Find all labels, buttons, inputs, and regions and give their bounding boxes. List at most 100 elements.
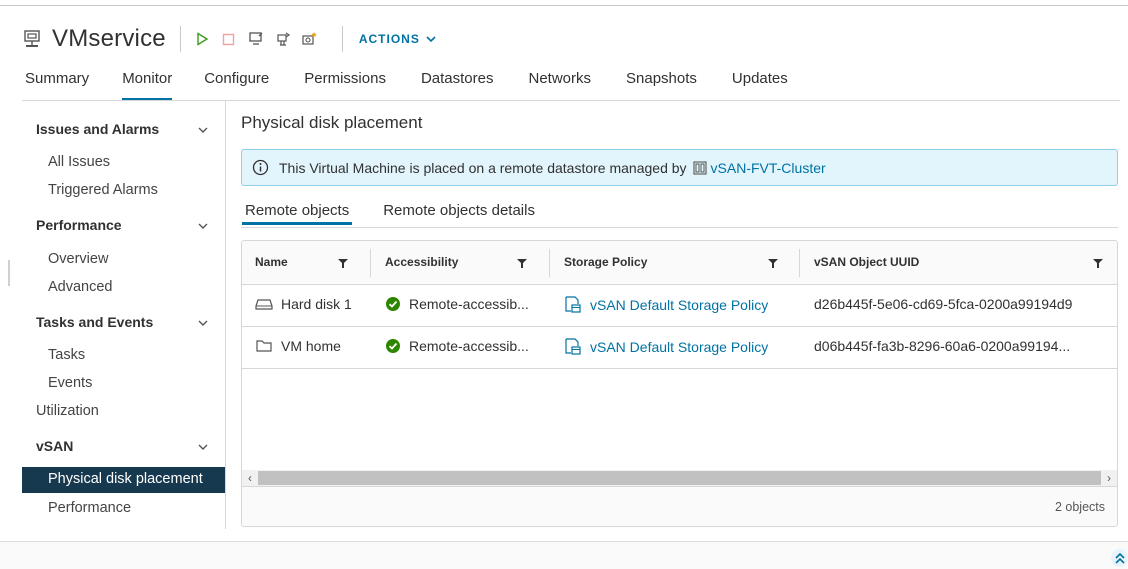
scroll-left-arrow[interactable]: ‹	[243, 471, 257, 485]
sidebar-item-vsan-performance[interactable]: Performance	[48, 500, 131, 516]
filter-icon[interactable]	[1093, 258, 1103, 268]
monitor-sidebar: Issues and Alarms All Issues Triggered A…	[22, 101, 226, 529]
sidebar-item-tasks[interactable]: Tasks	[48, 347, 85, 363]
storage-policy-cell: vSAN Default Storage Policy	[564, 296, 768, 313]
name-cell: VM home	[255, 338, 341, 354]
chevron-down-icon[interactable]	[198, 318, 208, 328]
tab-remote-objects[interactable]: Remote objects	[241, 202, 353, 225]
tab-configure[interactable]: Configure	[204, 70, 269, 96]
tab-snapshots[interactable]: Snapshots	[626, 70, 697, 96]
storage-policy-link[interactable]: vSAN Default Storage Policy	[590, 339, 768, 355]
scrollbar-thumb[interactable]	[258, 471, 1101, 485]
migrate-button[interactable]	[274, 30, 292, 48]
power-on-button[interactable]	[193, 30, 211, 48]
vm-icon	[24, 30, 40, 47]
tab-datastores[interactable]: Datastores	[421, 70, 494, 96]
table-row[interactable]: Hard disk 1 Remote-accessib... vSAN Defa…	[242, 285, 1117, 327]
object-header: VMservice ACTIONS	[22, 22, 436, 56]
sidebar-group-performance[interactable]: Performance	[36, 217, 122, 233]
sidebar-item-physical-disk-placement[interactable]: Physical disk placement	[22, 467, 225, 493]
column-resizer[interactable]	[549, 249, 550, 277]
subtabs-divider	[241, 227, 1118, 228]
header-divider	[179, 26, 181, 52]
splitter-handle[interactable]	[8, 260, 10, 286]
tab-remote-objects-details[interactable]: Remote objects details	[383, 202, 535, 219]
tab-monitor[interactable]: Monitor	[122, 70, 173, 101]
double-chevron-up-icon	[1114, 552, 1125, 564]
object-name: VM home	[281, 338, 341, 354]
accessibility-cell: Remote-accessib...	[385, 296, 529, 312]
console-icon	[249, 32, 263, 45]
accessibility-status: Remote-accessib...	[409, 296, 529, 312]
cluster-link[interactable]: vSAN-FVT-Cluster	[711, 160, 826, 176]
object-name: Hard disk 1	[281, 296, 352, 312]
section-title: Physical disk placement	[241, 113, 423, 132]
table-row[interactable]: VM home Remote-accessib... vSAN Default …	[242, 327, 1117, 369]
check-circle-icon	[385, 296, 401, 312]
sidebar-group-tasks-events[interactable]: Tasks and Events	[36, 314, 153, 330]
tab-permissions[interactable]: Permissions	[304, 70, 386, 96]
migrate-icon	[277, 32, 290, 46]
grid-header: Name Accessibility Storage Policy vSAN O…	[242, 241, 1117, 285]
actions-label: ACTIONS	[358, 32, 420, 46]
uuid-cell: d26b445f-5e06-cd69-5fca-0200a99194d9	[814, 296, 1073, 312]
tab-networks[interactable]: Networks	[529, 70, 592, 96]
filter-icon[interactable]	[517, 258, 527, 268]
top-border	[0, 5, 1128, 6]
storage-policy-cell: vSAN Default Storage Policy	[564, 338, 768, 355]
storage-policy-icon	[564, 338, 582, 355]
column-header-storage-policy[interactable]: Storage Policy	[564, 255, 647, 269]
uuid-cell: d06b445f-fa3b-8296-60a6-0200a99194...	[814, 338, 1071, 354]
storage-policy-link[interactable]: vSAN Default Storage Policy	[590, 297, 768, 313]
grid-footer: 2 objects	[242, 486, 1117, 526]
power-off-button[interactable]	[220, 30, 238, 48]
filter-icon[interactable]	[338, 258, 348, 268]
sidebar-item-events[interactable]: Events	[48, 375, 92, 391]
object-count: 2 objects	[1054, 500, 1105, 514]
chevron-down-icon[interactable]	[198, 221, 208, 231]
chevron-down-icon[interactable]	[198, 442, 208, 452]
hard-disk-icon	[255, 297, 273, 311]
sidebar-group-issues[interactable]: Issues and Alarms	[36, 121, 159, 137]
expand-panel-button[interactable]	[1111, 549, 1128, 567]
sidebar-item-advanced[interactable]: Advanced	[48, 279, 113, 295]
tab-updates[interactable]: Updates	[732, 70, 788, 96]
accessibility-status: Remote-accessib...	[409, 338, 529, 354]
bottom-panel-bar	[0, 542, 1128, 569]
header-divider	[341, 26, 343, 52]
sidebar-item-triggered-alarms[interactable]: Triggered Alarms	[48, 182, 158, 198]
storage-policy-icon	[564, 296, 582, 313]
sidebar-item-label: Physical disk placement	[48, 471, 203, 487]
column-header-accessibility[interactable]: Accessibility	[385, 255, 458, 269]
power-on-icon	[197, 32, 209, 46]
chevron-down-icon	[426, 35, 436, 42]
tab-summary[interactable]: Summary	[25, 70, 89, 96]
console-button[interactable]	[247, 30, 265, 48]
horizontal-scrollbar[interactable]: ‹ ›	[242, 470, 1117, 486]
sidebar-item-utilization[interactable]: Utilization	[36, 403, 99, 419]
sidebar-divider	[225, 101, 226, 529]
sidebar-item-overview[interactable]: Overview	[48, 251, 108, 267]
info-alert: This Virtual Machine is placed on a remo…	[241, 149, 1118, 186]
actions-menu-button[interactable]: ACTIONS	[359, 32, 436, 46]
scroll-right-arrow[interactable]: ›	[1102, 471, 1116, 485]
sub-tabs: Remote objects Remote objects details	[241, 202, 535, 225]
column-header-vsan-object-uuid[interactable]: vSAN Object UUID	[814, 255, 919, 269]
info-icon	[252, 159, 269, 176]
column-resizer[interactable]	[370, 249, 371, 277]
name-cell: Hard disk 1	[255, 296, 352, 312]
alert-message: This Virtual Machine is placed on a remo…	[279, 159, 687, 176]
column-resizer[interactable]	[799, 249, 800, 277]
column-header-name[interactable]: Name	[255, 255, 288, 269]
sidebar-group-vsan[interactable]: vSAN	[36, 438, 73, 454]
folder-icon	[255, 339, 273, 353]
sidebar-item-all-issues[interactable]: All Issues	[48, 154, 110, 170]
accessibility-cell: Remote-accessib...	[385, 338, 529, 354]
snapshot-icon	[302, 31, 318, 45]
cluster-icon	[692, 160, 707, 175]
filter-icon[interactable]	[768, 258, 778, 268]
snapshot-button[interactable]	[301, 30, 319, 48]
chevron-down-icon[interactable]	[198, 125, 208, 135]
object-tabs: Summary Monitor Configure Permissions Da…	[25, 70, 788, 101]
power-off-icon	[223, 33, 235, 45]
